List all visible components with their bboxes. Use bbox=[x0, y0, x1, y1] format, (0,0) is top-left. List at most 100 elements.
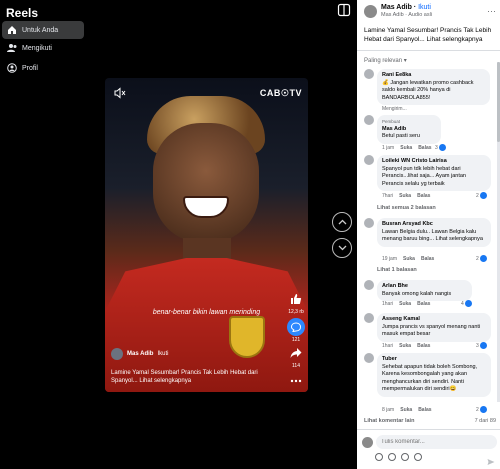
gif-icon[interactable] bbox=[401, 453, 409, 461]
comment-bubble: Asseng Kamal Jumpa prancis vs spanyol me… bbox=[377, 313, 491, 342]
avatar[interactable] bbox=[364, 155, 374, 165]
commenter-name[interactable]: Asseng Kamal bbox=[382, 316, 486, 324]
sidebar-title: Reels bbox=[6, 6, 39, 20]
avatar[interactable] bbox=[364, 5, 377, 18]
reply-link[interactable]: Balas bbox=[418, 145, 431, 151]
more-dots-icon[interactable]: ··· bbox=[487, 6, 496, 16]
divider bbox=[357, 429, 500, 430]
next-reel-button[interactable] bbox=[332, 238, 352, 258]
comment-input[interactable] bbox=[376, 435, 497, 449]
like-link[interactable]: Suka bbox=[400, 407, 412, 413]
commenter-name[interactable]: Busran Arsyad Kbc bbox=[382, 221, 486, 229]
comment-actions: 1 jam Suka Balas bbox=[382, 145, 438, 151]
comment-text: 💰 Jangan lewatkan promo cashback saldo k… bbox=[382, 79, 474, 101]
comment-time[interactable]: 7hari bbox=[382, 193, 393, 199]
video-caption[interactable]: Lamine Yamal Sesumbar! Prancis Tak Lebih… bbox=[111, 369, 281, 385]
reaction-count[interactable]: 2 bbox=[476, 255, 487, 262]
more-comments-link[interactable]: Lihat komentar lain bbox=[364, 418, 414, 424]
share-icon[interactable] bbox=[287, 344, 305, 362]
commenter-name[interactable]: Arlan Bhe bbox=[382, 283, 467, 291]
follow-link[interactable]: Ikuti bbox=[418, 4, 431, 11]
video-subtitle: benar-benar bikin lawan merinding bbox=[152, 309, 261, 316]
author-name[interactable]: Mas Adib bbox=[127, 351, 153, 357]
like-link[interactable]: Suka bbox=[403, 256, 415, 262]
comment-time[interactable]: 8 jam bbox=[382, 407, 394, 413]
collapse-panel-icon[interactable] bbox=[337, 3, 351, 17]
comment-text: Betul pasti seru bbox=[382, 133, 420, 139]
sidebar-item-label: Profil bbox=[22, 64, 38, 72]
more-options-icon[interactable] bbox=[284, 372, 308, 391]
like-link[interactable]: Suka bbox=[399, 193, 411, 199]
avatar[interactable] bbox=[364, 218, 374, 228]
comment-actions: 8 jam Suka Balas bbox=[382, 407, 438, 413]
like-link[interactable]: Suka bbox=[400, 145, 412, 151]
reply-link[interactable]: Balas bbox=[417, 193, 430, 199]
view-replies-link[interactable]: Lihat semua 2 balasan bbox=[377, 205, 436, 211]
panel-author[interactable]: Mas Adib · Ikuti Mas Adib · Audio asli bbox=[364, 4, 432, 18]
reply-link[interactable]: Balas bbox=[421, 256, 434, 262]
comment-text: Jumpa prancis vs spanyol menang nanti ma… bbox=[382, 323, 481, 338]
reply-link[interactable]: Balas bbox=[417, 343, 430, 349]
comment-action[interactable]: 121 bbox=[284, 318, 308, 343]
like-link[interactable]: Suka bbox=[399, 301, 411, 307]
thumbs-up-icon[interactable] bbox=[287, 290, 305, 308]
reel-video[interactable]: CAB☉TV benar-benar bikin lawan merinding… bbox=[105, 78, 308, 392]
commenter-name[interactable]: Mas Adib bbox=[382, 126, 436, 134]
sidebar: Reels Untuk Anda Mengikuti Profil bbox=[0, 0, 90, 469]
sticker-icon[interactable] bbox=[414, 453, 422, 461]
comment-time[interactable]: 1hari bbox=[382, 301, 393, 307]
like-reaction-icon bbox=[464, 300, 472, 307]
camera-icon[interactable] bbox=[388, 453, 396, 461]
avatar bbox=[362, 436, 373, 448]
comment-count: 121 bbox=[291, 337, 301, 343]
comment-actions: 7hari Suka Balas bbox=[382, 193, 436, 199]
comments-panel: Mas Adib · Ikuti Mas Adib · Audio asli ·… bbox=[357, 0, 500, 469]
reply-link[interactable]: Balas bbox=[418, 407, 431, 413]
reaction-count[interactable]: 4 bbox=[461, 300, 472, 307]
reaction-count[interactable]: 3 bbox=[476, 342, 487, 349]
like-reaction-icon bbox=[479, 342, 487, 349]
follow-link[interactable]: Ikuti bbox=[157, 351, 168, 357]
profile-icon bbox=[6, 62, 18, 74]
sidebar-item-following[interactable]: Mengikuti bbox=[2, 39, 84, 57]
sidebar-item-profile[interactable]: Profil bbox=[2, 59, 84, 77]
like-action[interactable]: 12,3 rb bbox=[284, 290, 308, 315]
video-author[interactable]: Mas Adib Ikuti bbox=[111, 348, 168, 360]
commenter-name[interactable]: Rani Ee8ka bbox=[382, 72, 485, 80]
comment-time[interactable]: 1 jam bbox=[382, 145, 394, 151]
reply-link[interactable]: Balas bbox=[417, 301, 430, 307]
previous-reel-button[interactable] bbox=[332, 212, 352, 232]
comment-icon[interactable] bbox=[287, 318, 305, 336]
commenter-name[interactable]: Loileki WN Cristo Lairisa bbox=[382, 158, 486, 166]
more-dots-icon[interactable] bbox=[287, 372, 305, 390]
emoji-icon[interactable] bbox=[375, 453, 383, 461]
comment-text: Banyak omong kalah nangis bbox=[382, 290, 452, 297]
avatar[interactable] bbox=[364, 313, 374, 323]
avatar[interactable] bbox=[111, 348, 123, 360]
channel-logo: CAB☉TV bbox=[259, 88, 302, 98]
comment-time[interactable]: 19 jam bbox=[382, 256, 397, 262]
avatar[interactable] bbox=[364, 69, 374, 79]
reaction-count[interactable]: 3 bbox=[435, 144, 446, 151]
view-replies-link[interactable]: Lihat 1 balasan bbox=[377, 267, 417, 273]
sort-dropdown[interactable]: Paling relevan ▾ bbox=[364, 57, 407, 64]
comment-bubble: Loileki WN Cristo Lairisa Spanyol pun td… bbox=[377, 155, 491, 191]
comment-time[interactable]: 1hari bbox=[382, 343, 393, 349]
reaction-count[interactable]: 2 bbox=[476, 406, 487, 413]
sidebar-item-for-you[interactable]: Untuk Anda bbox=[2, 21, 84, 39]
send-icon[interactable] bbox=[487, 453, 495, 465]
video-frame-crest bbox=[229, 316, 265, 358]
like-link[interactable]: Suka bbox=[399, 343, 411, 349]
author-name[interactable]: Mas Adib bbox=[381, 4, 412, 11]
comment-status: Mengirim... bbox=[382, 106, 407, 112]
commenter-name[interactable]: Tuber bbox=[382, 356, 486, 364]
avatar[interactable] bbox=[364, 353, 374, 363]
mute-icon[interactable] bbox=[112, 85, 128, 101]
like-reaction-icon bbox=[438, 144, 446, 151]
share-action[interactable]: 114 bbox=[284, 344, 308, 369]
composer-tools bbox=[375, 453, 422, 461]
avatar[interactable] bbox=[364, 280, 374, 290]
avatar[interactable] bbox=[364, 115, 374, 125]
reaction-count[interactable]: 2 bbox=[476, 192, 487, 199]
comment-text: Sehebat apapun tidak boleh Sombong, Kare… bbox=[382, 363, 478, 393]
